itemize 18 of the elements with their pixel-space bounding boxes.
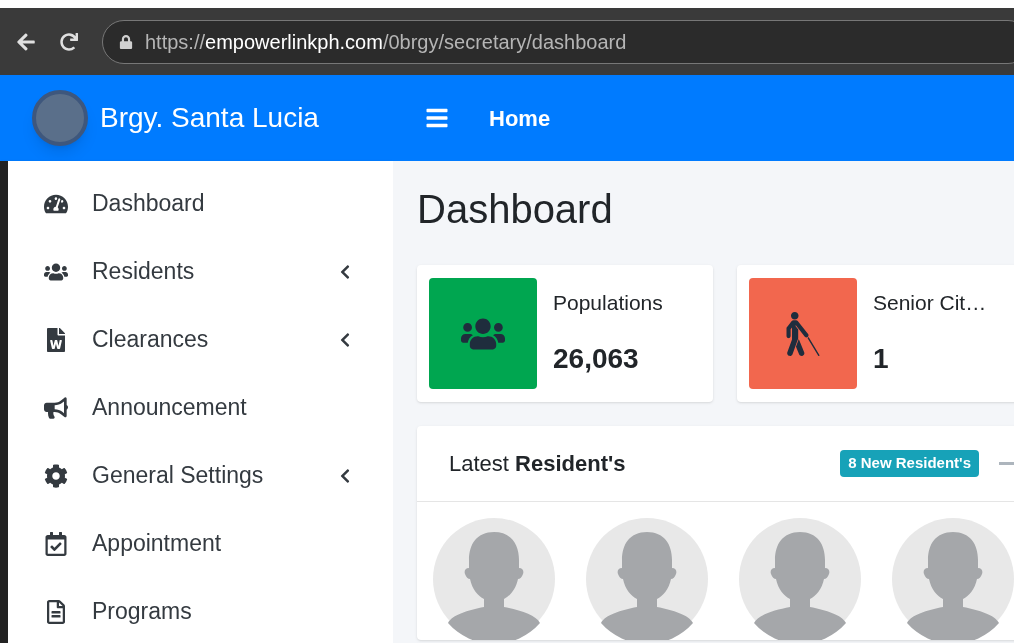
sidebar-item[interactable]: Appointment <box>8 521 393 566</box>
sidebar-item[interactable]: Dashboard <box>8 181 393 226</box>
sidebar-item[interactable]: Residents <box>8 249 393 294</box>
sidebar-item[interactable]: Clearances <box>8 317 393 362</box>
stat-value: 1 <box>873 342 890 377</box>
new-residents-badge: 8 New Resident's <box>840 450 979 477</box>
stat-label: Populations <box>553 289 663 316</box>
address-bar[interactable]: https://empowerlinkph.com/0brgy/secretary/dashboard <box>102 19 1014 64</box>
stat-label: Senior Cit… <box>873 289 987 316</box>
brand-name[interactable]: Brgy. Santa Lucia <box>100 97 319 139</box>
stat-value: 26,063 <box>553 342 640 377</box>
sidebar-item[interactable]: General Settings <box>8 453 393 498</box>
sidebar-item[interactable]: Programs <box>8 589 393 634</box>
home-link[interactable]: Home <box>489 101 551 135</box>
page-title: Dashboard <box>417 189 614 229</box>
url-text: https://empowerlinkph.com/0brgy/secretary/dashboard <box>145 29 627 55</box>
card-title: Latest Resident's <box>449 450 627 478</box>
sidebar-item[interactable]: Announcement <box>8 385 393 430</box>
